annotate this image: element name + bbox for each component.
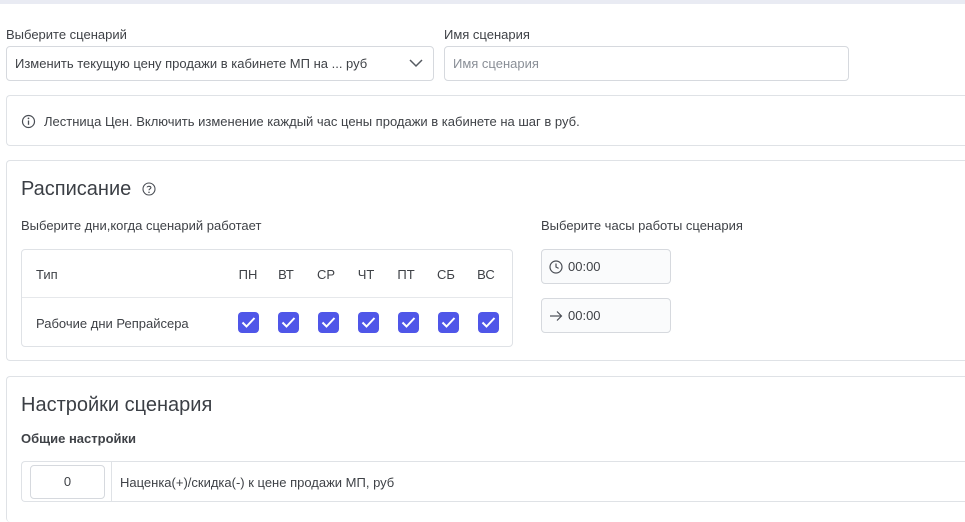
day-header-tue: ВТ (278, 267, 294, 282)
markup-divider (111, 462, 112, 501)
top-bar (0, 0, 965, 4)
row-label: Рабочие дни Репрайсера (36, 316, 189, 331)
info-icon (21, 114, 36, 129)
markup-row: 0 Наценка(+)/скидка(-) к цене продажи МП… (21, 461, 965, 502)
hours-label: Выберите часы работы сценария (541, 218, 743, 233)
clock-icon (549, 260, 563, 274)
scenario-name-placeholder: Имя сценария (453, 56, 539, 71)
scenario-name-input[interactable]: Имя сценария (444, 46, 849, 81)
checkbox-tue[interactable] (278, 312, 299, 333)
day-header-fri: ПТ (397, 267, 415, 282)
day-header-sat: СБ (437, 267, 455, 282)
time-from-value: 00:00 (568, 259, 601, 274)
days-label: Выберите дни,когда сценарий работает (21, 218, 262, 233)
settings-title: Настройки сценария (21, 394, 213, 416)
schedule-title: Расписание (21, 178, 132, 200)
check-icon (281, 317, 296, 328)
time-to-value: 00:00 (568, 308, 601, 323)
checkbox-thu[interactable] (358, 312, 379, 333)
scenario-select-label: Выберите сценарий (6, 27, 127, 42)
day-header-wed: СР (316, 267, 336, 282)
time-to-input[interactable]: 00:00 (541, 298, 671, 333)
check-icon (441, 317, 456, 328)
check-icon (361, 317, 376, 328)
day-header-mon: ПН (238, 267, 258, 282)
checkbox-wed[interactable] (318, 312, 339, 333)
checkbox-fri[interactable] (398, 312, 419, 333)
checkbox-sat[interactable] (438, 312, 459, 333)
check-icon (401, 317, 416, 328)
day-header-thu: ЧТ (357, 267, 375, 282)
checkbox-mon[interactable] (238, 312, 259, 333)
arrow-right-icon (550, 311, 563, 321)
markup-input[interactable]: 0 (30, 465, 105, 499)
type-header: Тип (36, 267, 58, 282)
table-divider (22, 297, 512, 298)
scenario-name-label: Имя сценария (444, 27, 530, 42)
check-icon (481, 317, 496, 328)
info-text: Лестница Цен. Включить изменение каждый … (44, 114, 580, 129)
general-settings-label: Общие настройки (21, 431, 136, 446)
markup-label: Наценка(+)/скидка(-) к цене продажи МП, … (120, 475, 395, 490)
time-from-input[interactable]: 00:00 (541, 249, 671, 284)
check-icon (321, 317, 336, 328)
scenario-select-value: Изменить текущую цену продажи в кабинете… (15, 56, 368, 71)
checkbox-sun[interactable] (478, 312, 499, 333)
day-header-sun: ВС (477, 267, 495, 282)
check-icon (241, 317, 256, 328)
chevron-down-icon (409, 59, 423, 68)
question-circle-icon[interactable] (142, 182, 156, 196)
scenario-select[interactable]: Изменить текущую цену продажи в кабинете… (6, 46, 434, 81)
